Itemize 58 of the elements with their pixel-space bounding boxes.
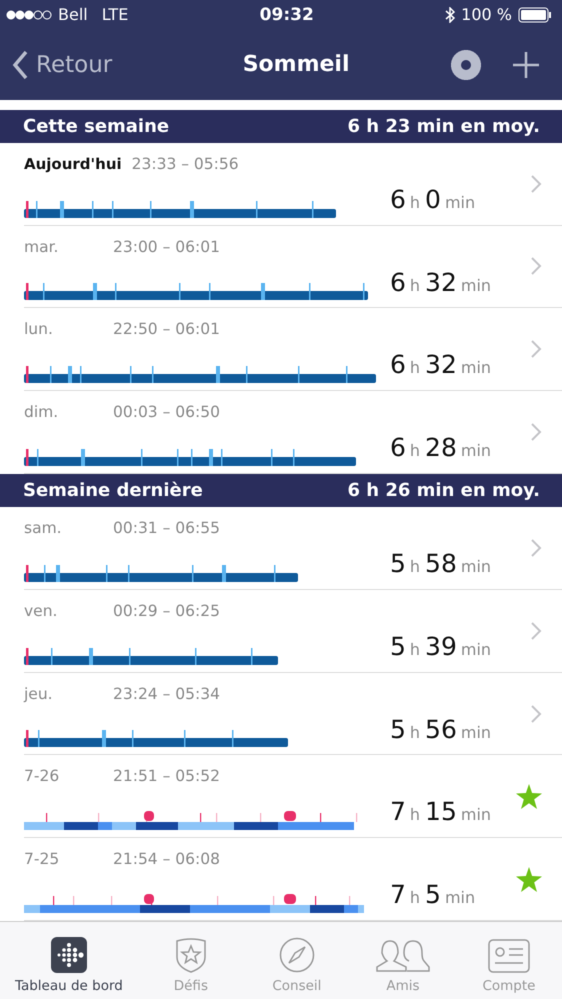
day-label: 7-26: [24, 767, 60, 786]
add-icon[interactable]: [512, 50, 540, 79]
chevron-right-icon: [530, 620, 542, 641]
sleep-duration: 5 h 39 min: [389, 630, 492, 663]
weekly-average: 6 h 26 min en moy.: [347, 480, 540, 501]
compass-icon: [278, 937, 315, 973]
star-icon: [516, 784, 542, 809]
back-button[interactable]: Retour: [12, 50, 112, 80]
sleep-duration: 6 h 0 min: [389, 184, 476, 216]
weekly-average: 6 h 23 min en moy.: [347, 116, 540, 137]
chevron-right-icon: [530, 704, 542, 724]
section-title: Cette semaine: [23, 116, 170, 137]
sleep-duration: 6 h 28 min: [389, 432, 492, 464]
sleep-row[interactable]: jeu. 23:24 – 05:34 5 h 56 min: [24, 672, 562, 756]
carrier-name: Bell: [58, 5, 88, 24]
sleep-times: 00:03 – 06:50: [113, 403, 220, 422]
chevron-right-icon: [530, 538, 542, 558]
day-label: Aujourd'hui: [24, 154, 122, 173]
signal-icon: [6, 10, 52, 20]
day-label: 7-25: [24, 850, 60, 868]
day-label: lun.: [24, 320, 54, 338]
battery-icon: [518, 6, 552, 23]
sleep-duration: 6 h 32 min: [389, 349, 492, 382]
sleep-times: 21:51 – 05:52: [113, 767, 220, 786]
sleep-times: 22:50 – 06:01: [113, 320, 220, 338]
day-label: ven.: [24, 602, 58, 620]
bluetooth-icon: [445, 6, 456, 23]
section-title: Semaine dernière: [23, 480, 203, 501]
sleep-duration: 5 h 58 min: [389, 548, 492, 580]
sleep-row[interactable]: Aujourd'hui 23:33 – 05:56 6 h 0 min: [24, 142, 562, 226]
clock-time: 09:32: [260, 4, 314, 25]
day-label: sam.: [24, 518, 63, 537]
chevron-right-icon: [530, 174, 542, 194]
day-label: dim.: [24, 403, 60, 422]
network-type: LTE: [102, 5, 128, 24]
sleep-times: 00:29 – 06:25: [113, 602, 220, 620]
sleep-times: 23:24 – 05:34: [113, 684, 220, 703]
chevron-right-icon: [530, 339, 542, 360]
chevron-left-icon: [12, 50, 28, 80]
sleep-duration: 7 h 5 min: [389, 879, 476, 912]
chevron-right-icon: [530, 256, 542, 276]
day-label: mar.: [24, 238, 60, 256]
sleep-times: 21:54 – 06:08: [113, 850, 220, 868]
sleep-times: 00:31 – 06:55: [113, 518, 220, 537]
star-icon: [516, 866, 542, 892]
day-label: jeu.: [24, 684, 54, 703]
sleep-row[interactable]: mar. 23:00 – 06:01 6 h 32 min: [24, 226, 562, 308]
sleep-times: 23:00 – 06:01: [113, 238, 220, 256]
tab-item[interactable]: Tableau de bord: [0, 922, 138, 999]
dots-logo-icon: [50, 937, 87, 973]
sleep-duration: 6 h 32 min: [389, 266, 492, 299]
sleep-duration: 5 h 56 min: [389, 714, 492, 746]
battery-percent: 100 %: [461, 5, 512, 24]
sleep-duration: 7 h 15 min: [389, 796, 492, 828]
screen-title: Sommeil: [242, 52, 350, 78]
chevron-right-icon: [530, 422, 542, 442]
id-card-icon: [488, 939, 530, 973]
sleep-times: 23:33 – 05:56: [132, 154, 239, 173]
